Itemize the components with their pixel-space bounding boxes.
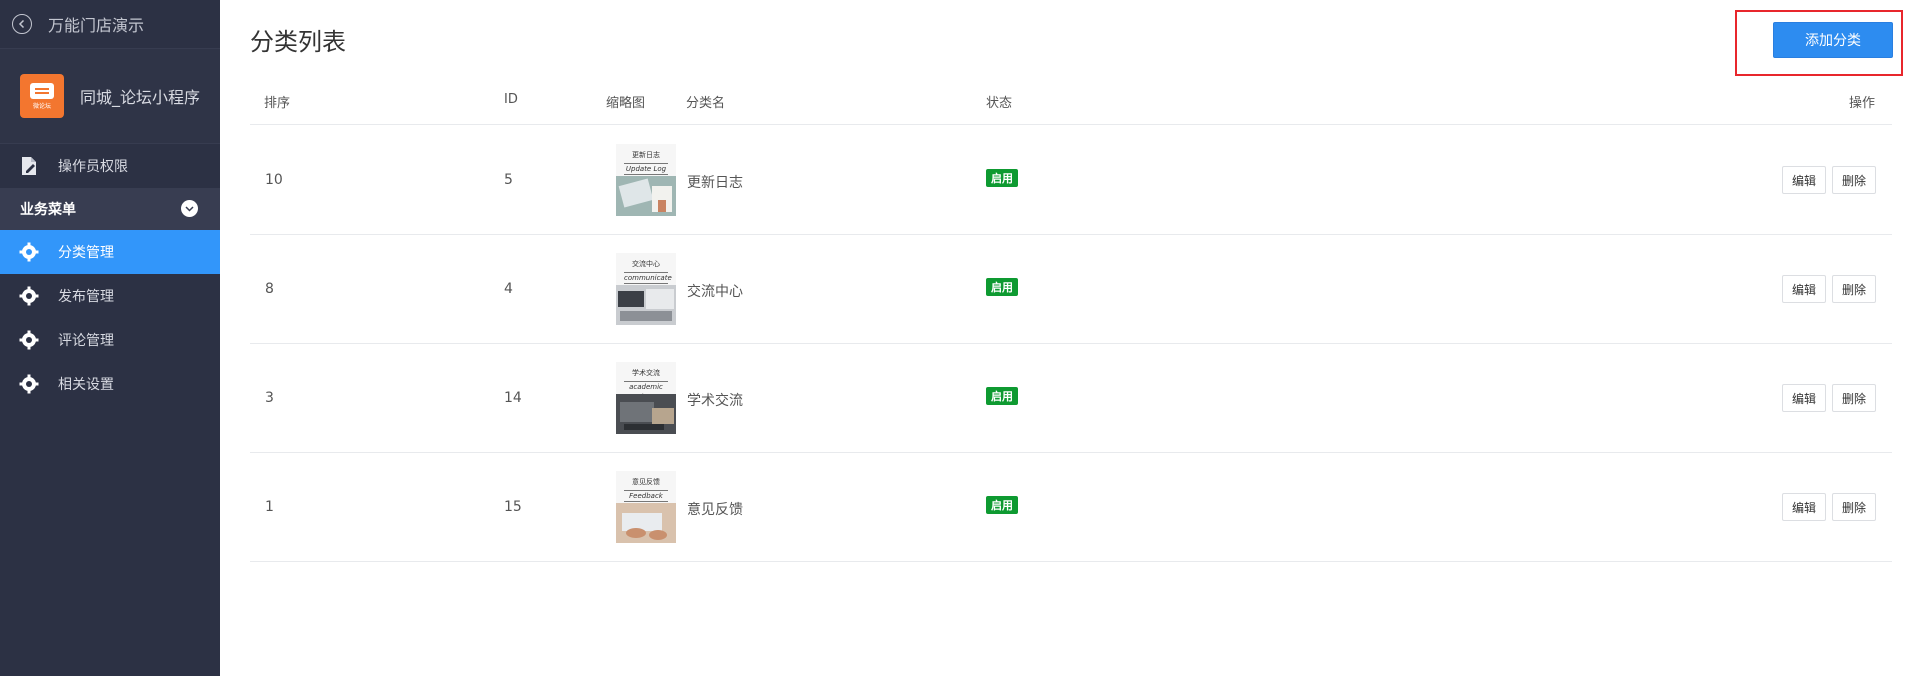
app-logo-text: 微论坛 <box>32 102 51 110</box>
delete-button[interactable]: 删除 <box>1832 384 1876 412</box>
row-divider <box>250 234 1892 235</box>
app-logo: 微论坛 <box>20 74 64 118</box>
sidebar-item-permission[interactable]: 操作员权限 <box>0 144 220 188</box>
back-label: 万能门店演示 <box>48 16 145 35</box>
thumbnail-title: 交流中心 <box>632 260 660 268</box>
sidebar-item-label: 评论管理 <box>58 333 114 349</box>
thumbnail-photo <box>616 176 676 216</box>
sidebar-item-publish[interactable]: 发布管理 <box>0 274 220 318</box>
category-name: 学术交流 <box>687 393 743 409</box>
category-thumbnail: 更新日志 Update Log <box>616 144 676 216</box>
id-cell: 5 <box>504 172 513 188</box>
row-divider <box>250 561 1892 562</box>
status-badge: 启用 <box>986 496 1018 514</box>
thumbnail-photo <box>616 285 676 325</box>
main-content: 分类列表 添加分类 排序 ID 缩略图 分类名 状态 操作 10 5 更新日志 … <box>220 0 1916 676</box>
thumbnail-photo <box>616 503 676 543</box>
column-header-thumb: 缩略图 <box>606 96 646 111</box>
sidebar-item-label: 分类管理 <box>58 245 114 261</box>
column-header-action: 操作 <box>1849 96 1876 111</box>
category-thumbnail: 意见反馈 Feedback <box>616 471 676 543</box>
page-title: 分类列表 <box>250 28 346 56</box>
row-divider <box>250 343 1892 344</box>
sidebar-item-category[interactable]: 分类管理 <box>0 230 220 274</box>
thumbnail-photo <box>616 394 676 434</box>
sort-cell: 1 <box>265 499 274 515</box>
sidebar-item-comments[interactable]: 评论管理 <box>0 318 220 362</box>
chat-bubble-icon <box>30 82 54 99</box>
header-divider <box>250 124 1892 125</box>
add-category-button[interactable]: 添加分类 <box>1773 22 1893 58</box>
sidebar: 万能门店演示 微论坛 同城_论坛小程序 操作员权限 业务菜单 分类管理 发布管理 <box>0 0 220 676</box>
thumbnail-subtitle: Update Log <box>624 163 668 175</box>
column-header-status: 状态 <box>986 96 1013 111</box>
app-info: 微论坛 同城_论坛小程序 <box>0 48 220 144</box>
category-name: 交流中心 <box>687 284 743 300</box>
id-cell: 4 <box>504 281 513 297</box>
sidebar-item-label: 发布管理 <box>58 289 114 305</box>
delete-button[interactable]: 删除 <box>1832 275 1876 303</box>
sidebar-item-label: 相关设置 <box>58 377 114 393</box>
sidebar-item-label: 操作员权限 <box>58 159 128 175</box>
column-header-id: ID <box>504 92 518 107</box>
id-cell: 15 <box>504 499 522 515</box>
category-thumbnail: 交流中心 communicate <box>616 253 676 325</box>
gear-icon <box>18 329 40 351</box>
status-badge: 启用 <box>986 387 1018 405</box>
thumbnail-title: 学术交流 <box>632 369 660 377</box>
sidebar-item-settings[interactable]: 相关设置 <box>0 362 220 406</box>
sort-cell: 3 <box>265 390 274 406</box>
menu-group-business[interactable]: 业务菜单 <box>0 188 220 230</box>
sort-cell: 8 <box>265 281 274 297</box>
gear-icon <box>18 373 40 395</box>
id-cell: 14 <box>504 390 522 406</box>
back-link[interactable]: 万能门店演示 <box>0 0 220 48</box>
delete-button[interactable]: 删除 <box>1832 166 1876 194</box>
gear-icon <box>18 241 40 263</box>
column-header-name: 分类名 <box>686 96 726 111</box>
back-arrow-icon <box>12 14 32 34</box>
edit-button[interactable]: 编辑 <box>1782 384 1826 412</box>
edit-button[interactable]: 编辑 <box>1782 275 1826 303</box>
status-badge: 启用 <box>986 169 1018 187</box>
chevron-down-icon[interactable] <box>181 200 198 217</box>
menu-group-title: 业务菜单 <box>20 202 76 218</box>
edit-button[interactable]: 编辑 <box>1782 166 1826 194</box>
thumbnail-subtitle: Feedback <box>624 490 668 502</box>
gear-icon <box>18 285 40 307</box>
category-thumbnail: 学术交流 academic Exchange <box>616 362 676 434</box>
edit-button[interactable]: 编辑 <box>1782 493 1826 521</box>
thumbnail-title: 更新日志 <box>632 151 660 159</box>
delete-button[interactable]: 删除 <box>1832 493 1876 521</box>
category-name: 意见反馈 <box>687 502 743 518</box>
status-badge: 启用 <box>986 278 1018 296</box>
document-edit-icon <box>18 155 40 177</box>
sort-cell: 10 <box>265 172 283 188</box>
thumbnail-title: 意见反馈 <box>632 478 660 486</box>
app-name: 同城_论坛小程序 <box>80 88 201 107</box>
thumbnail-subtitle: communicate <box>624 272 672 284</box>
category-name: 更新日志 <box>687 175 743 191</box>
row-divider <box>250 452 1892 453</box>
column-header-sort: 排序 <box>264 96 291 111</box>
